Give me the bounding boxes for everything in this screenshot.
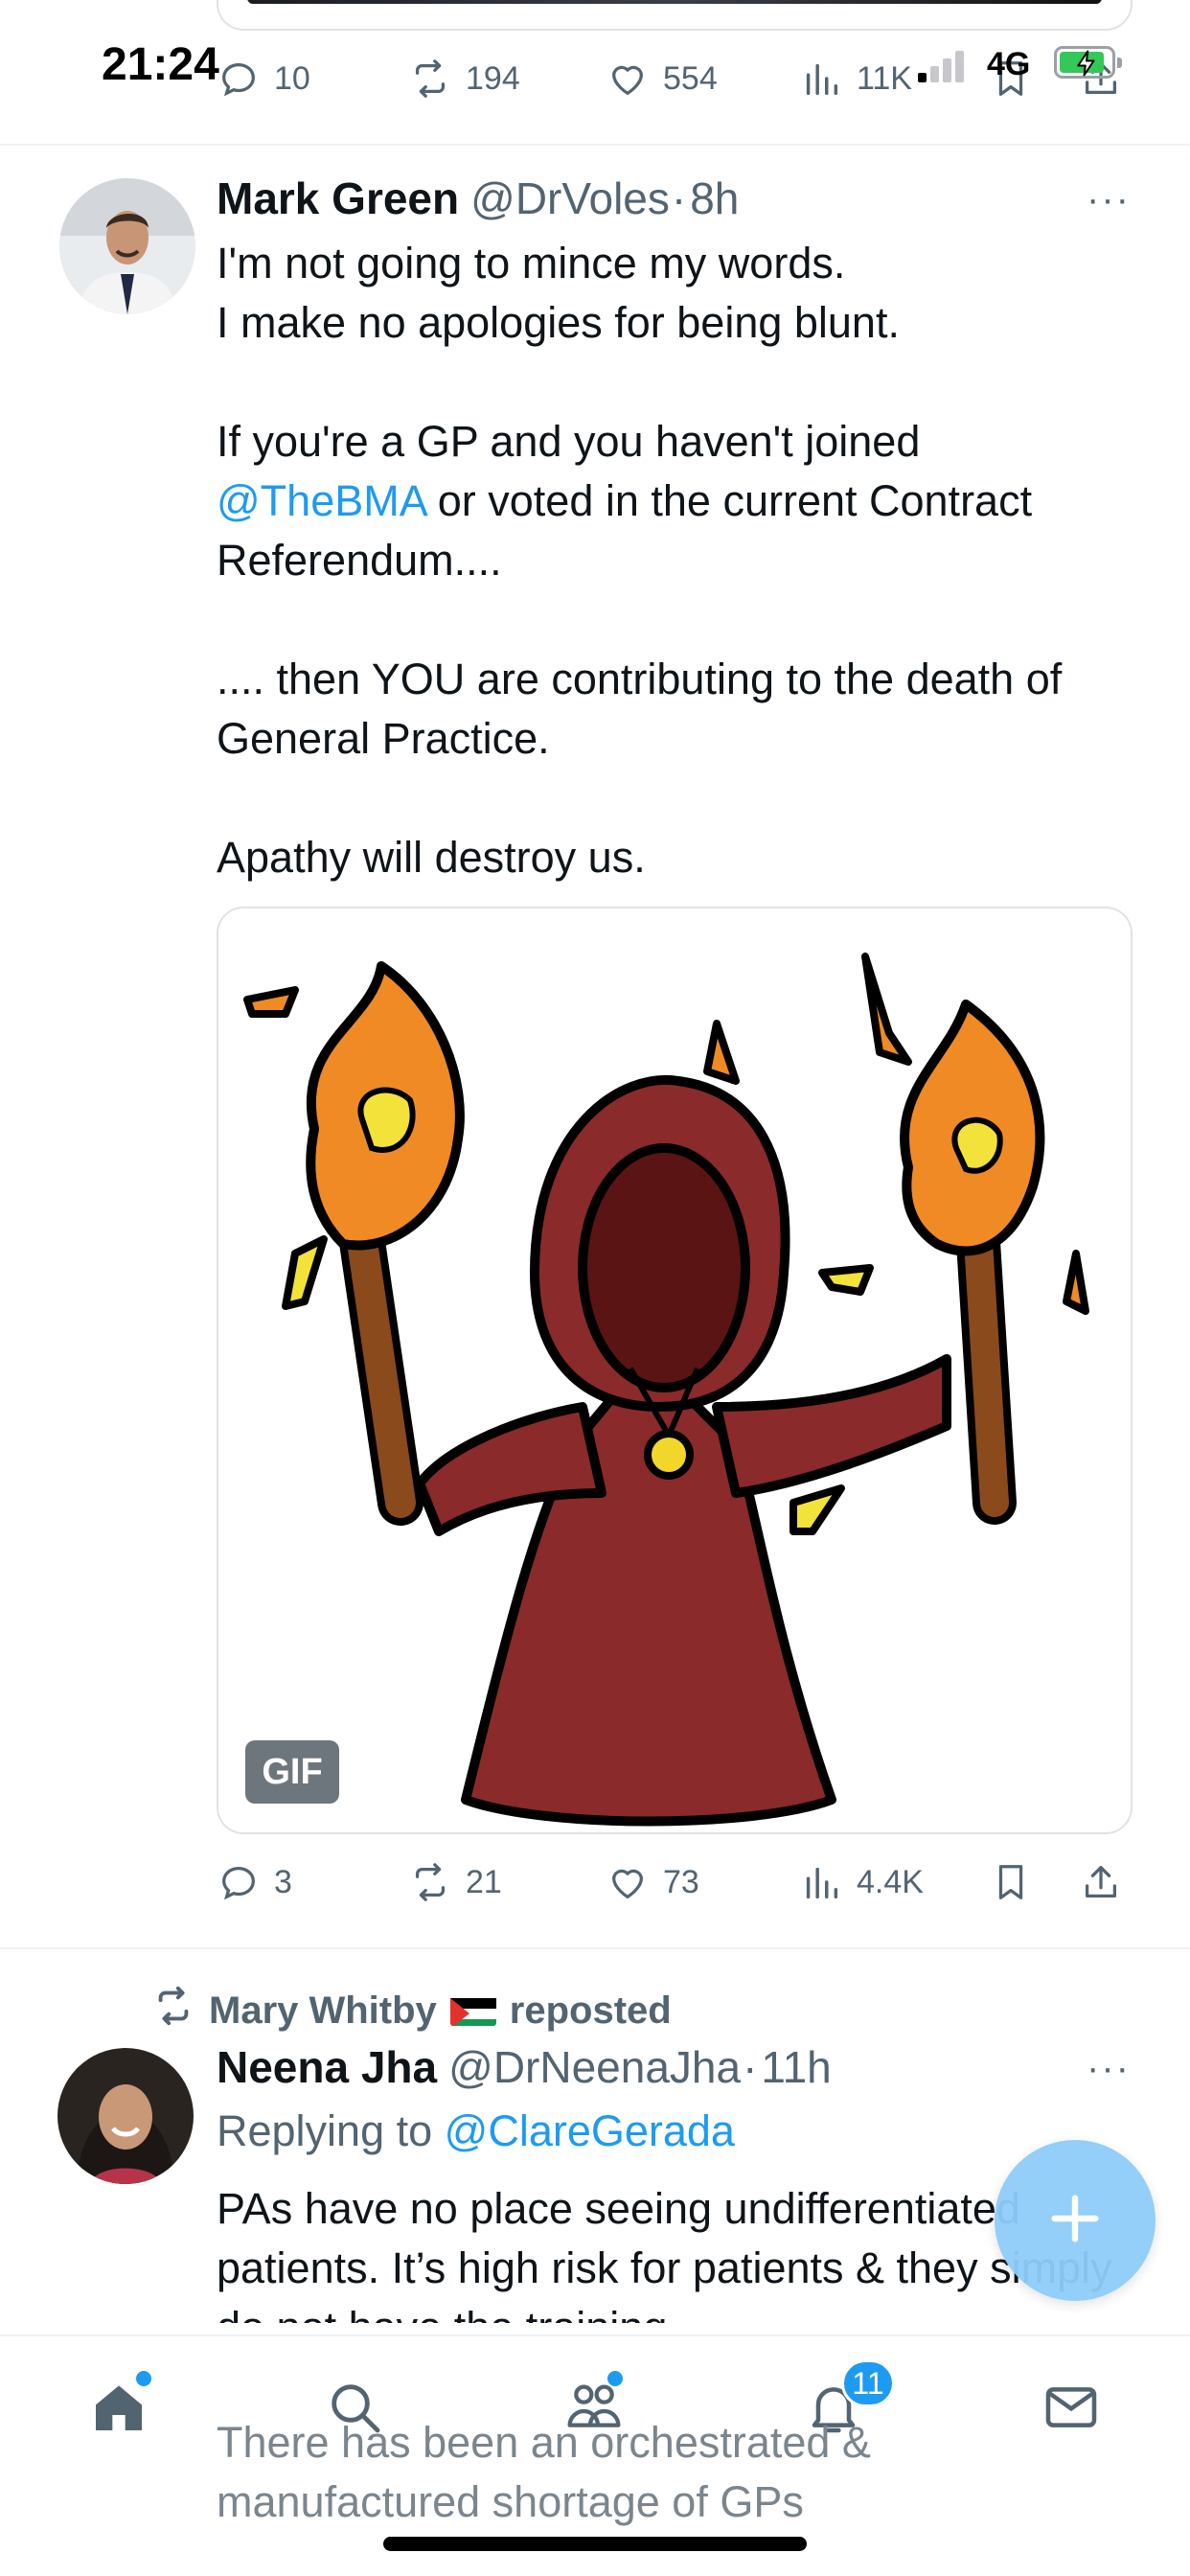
views-button[interactable]: 11K — [799, 50, 912, 107]
more-options-icon[interactable]: ··· — [1087, 178, 1131, 221]
compose-button[interactable] — [995, 2140, 1156, 2301]
tweet-text-part1: I'm not going to mince my words. I make … — [217, 239, 921, 466]
plus-icon — [1044, 2188, 1106, 2254]
avatar[interactable] — [57, 2048, 194, 2184]
like-button[interactable]: 73 — [606, 1853, 699, 1911]
more-options-icon[interactable]: ··· — [1087, 2047, 1131, 2090]
hooded-figure-with-torches-illustration — [243, 953, 1089, 1827]
previous-tweet-media[interactable] — [217, 0, 1133, 31]
author-handle[interactable]: @DrNeenaJha — [448, 2041, 741, 2093]
home-indicator[interactable] — [383, 2537, 807, 2551]
repost-icon — [408, 57, 452, 101]
tweet-text: I'm not going to mince my words. I make … — [217, 234, 1136, 887]
share-button[interactable] — [1079, 50, 1123, 107]
views-count: 4.4K — [857, 1863, 924, 1900]
palestine-flag-icon — [449, 1995, 496, 2026]
reply-button[interactable]: 10 — [217, 50, 310, 107]
tweet-header: Neena Jha @DrNeenaJha · 11h — [217, 2041, 832, 2093]
notifications-badge: 11 — [841, 2359, 895, 2407]
tab-home[interactable] — [80, 2371, 157, 2448]
heart-icon — [606, 57, 650, 101]
repost-count: 194 — [466, 59, 520, 97]
tweet-time[interactable]: 8h — [690, 172, 739, 224]
tweet-text-continued: There has been an orchestrated & manufac… — [217, 2418, 883, 2526]
views-icon — [799, 57, 843, 101]
replying-to-label: Replying to — [217, 2106, 445, 2155]
bookmark-icon — [989, 57, 1033, 101]
communities-unread-dot — [607, 2371, 623, 2386]
bookmark-button[interactable] — [989, 1853, 1033, 1911]
tweet-actions: 3 21 73 4.4K — [217, 1853, 1133, 1911]
author-name[interactable]: Mark Green — [217, 172, 459, 224]
tweet-gif-media[interactable]: GIF — [217, 907, 1133, 1834]
status-time: 21:24 — [102, 39, 219, 90]
reply-count: 10 — [274, 59, 310, 97]
repost-count: 21 — [466, 1863, 502, 1900]
reply-icon — [217, 57, 261, 101]
divider — [0, 144, 1190, 146]
avatar[interactable] — [59, 178, 195, 314]
like-count: 73 — [663, 1863, 699, 1900]
reply-icon — [217, 1860, 261, 1904]
author-handle[interactable]: @DrVoles — [470, 172, 670, 224]
heart-icon — [606, 1860, 650, 1904]
repost-icon — [408, 1860, 452, 1904]
reply-count: 3 — [274, 1863, 292, 1900]
divider — [0, 1947, 1190, 1949]
share-button[interactable] — [1079, 1853, 1123, 1911]
bookmark-icon — [989, 1860, 1033, 1904]
repost-button[interactable]: 194 — [408, 50, 520, 107]
like-count: 554 — [663, 59, 718, 97]
separator: · — [743, 2042, 758, 2092]
reply-button[interactable]: 3 — [217, 1853, 292, 1911]
previous-tweet-actions: 10 194 554 11K — [217, 50, 1133, 107]
home-unread-dot — [136, 2371, 151, 2386]
views-count: 11K — [857, 59, 912, 97]
bookmark-button[interactable] — [989, 50, 1033, 107]
mention-link[interactable]: @TheBMA — [217, 476, 425, 525]
separator: · — [671, 173, 687, 223]
replying-to-mention[interactable]: @ClareGerada — [445, 2106, 735, 2155]
repost-context: Mary Whitby reposted — [151, 1984, 672, 2037]
repost-icon — [151, 1984, 195, 2037]
share-icon — [1079, 1860, 1123, 1904]
share-icon — [1079, 57, 1123, 101]
tweet-header: Mark Green @DrVoles · 8h — [217, 172, 739, 224]
tweet-time[interactable]: 11h — [761, 2041, 831, 2093]
like-button[interactable]: 554 — [606, 50, 718, 107]
views-button[interactable]: 4.4K — [799, 1853, 924, 1911]
author-name[interactable]: Neena Jha — [217, 2041, 437, 2093]
repost-button[interactable]: 21 — [408, 1853, 502, 1911]
gif-badge: GIF — [245, 1740, 339, 1804]
replying-to: Replying to @ClareGerada — [217, 2106, 735, 2156]
tweet-text-part2: or voted in the current Contract Referen… — [217, 476, 1063, 882]
reposter-name[interactable]: Mary Whitby — [209, 1990, 437, 2033]
home-icon — [88, 2377, 149, 2443]
reposted-label: reposted — [509, 1989, 672, 2032]
views-icon — [799, 1860, 843, 1904]
